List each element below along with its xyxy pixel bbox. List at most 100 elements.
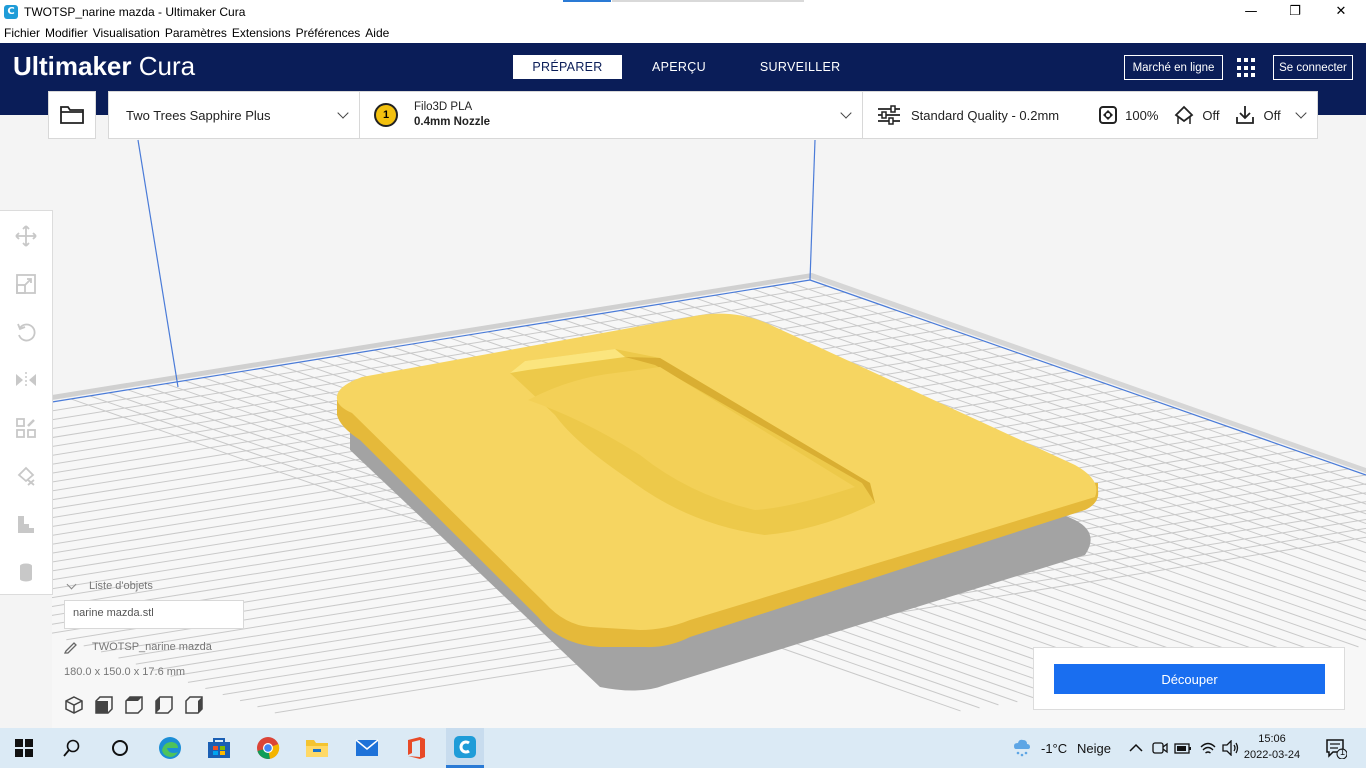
marketplace-button[interactable]: Marché en ligne xyxy=(1124,55,1223,80)
support-value: Off xyxy=(1202,107,1220,123)
menu-edit[interactable]: Modifier xyxy=(45,26,88,40)
tool-panel xyxy=(0,210,53,595)
menu-bar: Fichier Modifier Visualisation Paramètre… xyxy=(0,23,1366,43)
weather-button[interactable] xyxy=(1008,734,1036,762)
cylinder-icon xyxy=(20,563,32,582)
ultimaker-cura-logo: Ultimaker Cura xyxy=(13,51,195,82)
sign-in-button[interactable]: Se connecter xyxy=(1273,55,1353,80)
menu-preferences[interactable]: Préférences xyxy=(296,26,361,40)
snow-cloud-icon xyxy=(1014,739,1030,757)
cura-taskbar-button[interactable] xyxy=(446,728,484,768)
3d-viewport[interactable] xyxy=(0,115,1366,728)
weather-temperature: -1°C xyxy=(1041,741,1068,756)
view-top-button[interactable] xyxy=(124,694,154,716)
weather-description: Neige xyxy=(1077,741,1111,756)
office-button[interactable] xyxy=(402,734,430,762)
speaker-icon xyxy=(1222,740,1239,756)
window-title-bar: C TWOTSP_narine mazda - Ultimaker Cura —… xyxy=(0,0,1366,23)
battery-button[interactable] xyxy=(1169,734,1197,762)
quality-profile: Standard Quality - 0.2mm xyxy=(911,107,1060,123)
title-accent xyxy=(563,0,611,2)
slice-button[interactable]: Découper xyxy=(1054,664,1325,694)
cylinder-tool-button[interactable] xyxy=(14,560,38,584)
nozzle-size: 0.4mm Nozzle xyxy=(414,116,491,128)
stage-tabs: PRÉPARER APERÇU SURVEILLER xyxy=(513,55,857,79)
tab-monitor[interactable]: SURVEILLER xyxy=(744,55,857,79)
tab-preview[interactable]: APERÇU xyxy=(636,55,722,79)
menu-view[interactable]: Visualisation xyxy=(93,26,160,40)
chrome-icon xyxy=(257,737,280,759)
logo-light: Cura xyxy=(138,51,196,81)
printer-selector[interactable]: Two Trees Sapphire Plus xyxy=(108,91,360,139)
cube-right-icon xyxy=(185,696,203,714)
infill-icon xyxy=(1099,106,1118,124)
windows-taskbar: -1°C Neige 15:06 2022-03-24 1 xyxy=(0,728,1366,768)
camera-icon xyxy=(1152,742,1168,754)
menu-extensions[interactable]: Extensions xyxy=(232,26,291,40)
logo-bold: Ultimaker xyxy=(13,51,132,81)
folder-icon xyxy=(60,106,84,124)
clock-date: 2022-03-24 xyxy=(1243,749,1301,761)
print-settings-selector[interactable]: Standard Quality - 0.2mm 100% Off Off xyxy=(862,91,1318,139)
material-selector[interactable]: 1 Filo3D PLA 0.4mm Nozzle xyxy=(359,91,863,139)
menu-settings[interactable]: Paramètres xyxy=(165,26,227,40)
per-model-settings-button[interactable] xyxy=(14,416,38,440)
chrome-button[interactable] xyxy=(254,734,282,762)
cube-front-icon xyxy=(95,696,113,714)
stairs-icon xyxy=(18,516,34,533)
sliders-icon xyxy=(878,105,900,125)
view-front-button[interactable] xyxy=(94,694,124,716)
edge-icon xyxy=(159,737,181,759)
job-name[interactable]: TWOTSP_narine mazda xyxy=(64,640,212,654)
search-button[interactable] xyxy=(58,734,86,762)
edge-button[interactable] xyxy=(156,734,184,762)
start-button[interactable] xyxy=(10,734,38,762)
chevron-down-icon xyxy=(840,107,852,119)
office-icon xyxy=(408,737,425,759)
adhesion-icon xyxy=(1236,106,1255,124)
mirror-tool-button[interactable] xyxy=(14,368,38,392)
task-view-icon xyxy=(112,740,128,756)
clock-time: 15:06 xyxy=(1258,733,1286,745)
cube-left-icon xyxy=(155,696,173,714)
cura-app-icon: C xyxy=(4,4,18,19)
support-blocker-button[interactable] xyxy=(14,464,38,488)
file-explorer-button[interactable] xyxy=(303,734,331,762)
cura-icon xyxy=(454,735,476,758)
menu-help[interactable]: Aide xyxy=(365,26,389,40)
maximize-button[interactable]: ❐ xyxy=(1272,0,1318,23)
scale-icon xyxy=(16,274,36,294)
view-left-button[interactable] xyxy=(154,694,184,716)
object-list-item[interactable]: narine mazda.stl xyxy=(64,600,244,629)
minimize-button[interactable]: — xyxy=(1228,0,1274,23)
stairs-tool-button[interactable] xyxy=(14,512,38,536)
object-list-header[interactable]: Liste d'objets xyxy=(64,579,153,592)
system-clock[interactable]: 15:06 2022-03-24 xyxy=(1240,731,1304,763)
adhesion-value: Off xyxy=(1263,107,1281,123)
slice-panel: Découper xyxy=(1033,647,1345,710)
chevron-up-icon xyxy=(1129,743,1143,752)
scale-tool-button[interactable] xyxy=(14,272,38,296)
material-info: Filo3D PLA 0.4mm Nozzle xyxy=(414,100,490,130)
tab-prepare[interactable]: PRÉPARER xyxy=(513,55,622,79)
view-3d-button[interactable] xyxy=(64,694,94,716)
move-tool-button[interactable] xyxy=(14,224,38,248)
support-blocker-icon xyxy=(17,466,35,486)
chevron-down-icon xyxy=(1295,107,1307,119)
extruder-badge: 1 xyxy=(374,103,398,127)
rotate-tool-button[interactable] xyxy=(14,320,38,344)
close-button[interactable]: ✕ xyxy=(1318,0,1364,23)
open-file-button[interactable] xyxy=(48,91,96,139)
menu-file[interactable]: Fichier xyxy=(4,26,40,40)
store-button[interactable] xyxy=(205,734,233,762)
task-view-button[interactable] xyxy=(106,734,134,762)
object-list-title: Liste d'objets xyxy=(89,580,153,592)
store-icon xyxy=(208,738,230,758)
view-right-button[interactable] xyxy=(184,694,214,716)
notification-count: 1 xyxy=(1340,747,1346,757)
notifications-button[interactable]: 1 xyxy=(1322,734,1350,762)
windows-logo-icon xyxy=(15,739,33,757)
support-icon xyxy=(1175,105,1194,124)
mail-button[interactable] xyxy=(353,734,381,762)
apps-grid-icon[interactable] xyxy=(1237,58,1257,78)
